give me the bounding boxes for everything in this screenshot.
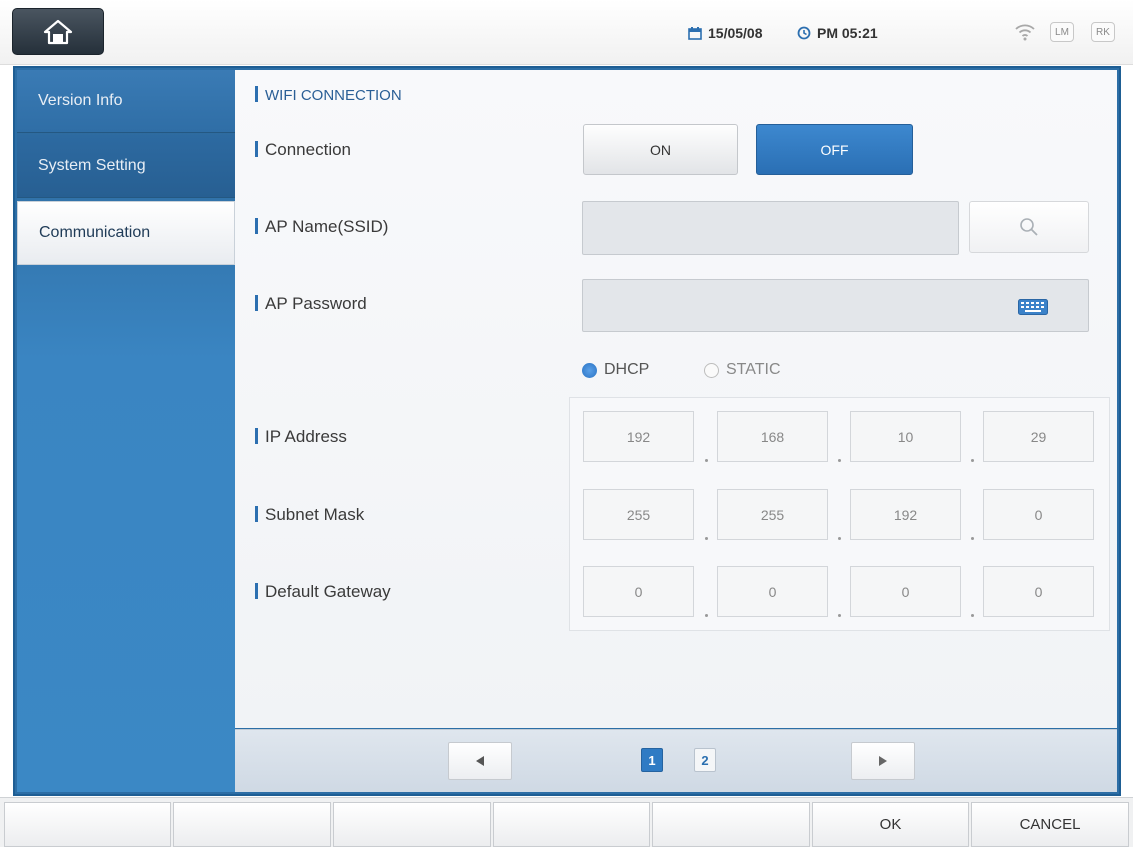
prev-page-button[interactable] xyxy=(448,742,512,780)
ssid-label: AP Name(SSID) xyxy=(255,217,388,237)
connection-on-button[interactable]: ON xyxy=(583,124,738,175)
cancel-button[interactable]: CANCEL xyxy=(971,802,1129,847)
home-icon xyxy=(43,19,73,44)
octet-separator xyxy=(705,614,708,617)
subnet-mask-label: Subnet Mask xyxy=(255,505,364,525)
gateway-octet-3[interactable]: 0 xyxy=(850,566,961,617)
chevron-right-icon xyxy=(879,756,887,766)
ssid-input[interactable] xyxy=(582,201,959,255)
title-bar-marker xyxy=(255,86,258,102)
function-key-3[interactable] xyxy=(333,802,491,847)
ip-address-label: IP Address xyxy=(255,427,347,447)
octet-separator xyxy=(705,459,708,462)
octet-separator xyxy=(971,459,974,462)
gateway-octet-4[interactable]: 0 xyxy=(983,566,1094,617)
sidebar-item-version-info[interactable]: Version Info xyxy=(17,70,235,133)
keyboard-icon[interactable] xyxy=(1018,299,1048,315)
time-text: PM 05:21 xyxy=(817,24,878,41)
rk-badge: RK xyxy=(1091,22,1115,42)
next-page-button[interactable] xyxy=(851,742,915,780)
chevron-left-icon xyxy=(476,756,484,766)
sidebar-item-label: Communication xyxy=(39,224,151,241)
static-radio[interactable]: STATIC xyxy=(704,361,781,379)
ip-octet-2[interactable]: 168 xyxy=(717,411,828,462)
function-key-2[interactable] xyxy=(173,802,331,847)
subnet-octet-4[interactable]: 0 xyxy=(983,489,1094,540)
password-label: AP Password xyxy=(255,294,367,314)
function-key-1[interactable] xyxy=(4,802,171,847)
octet-separator xyxy=(971,537,974,540)
subnet-octet-1[interactable]: 255 xyxy=(583,489,694,540)
lm-badge: LM xyxy=(1050,22,1074,42)
ip-octet-4[interactable]: 29 xyxy=(983,411,1094,462)
connection-off-button[interactable]: OFF xyxy=(756,124,913,175)
ssid-search-button[interactable] xyxy=(969,201,1089,253)
pagination-bar: 1 2 xyxy=(235,729,1117,792)
octet-separator xyxy=(838,537,841,540)
calendar-icon xyxy=(688,26,702,40)
clock-icon xyxy=(797,26,811,40)
page-2-button[interactable]: 2 xyxy=(694,748,716,772)
gateway-octet-2[interactable]: 0 xyxy=(717,566,828,617)
ok-button[interactable]: OK xyxy=(812,802,969,847)
dhcp-radio[interactable]: DHCP xyxy=(582,361,649,379)
subnet-octet-3[interactable]: 192 xyxy=(850,489,961,540)
gateway-octet-1[interactable]: 0 xyxy=(583,566,694,617)
password-input[interactable] xyxy=(582,279,1089,332)
sidebar: Version Info System Setting Communicatio… xyxy=(17,70,235,792)
home-button[interactable] xyxy=(12,8,104,55)
radio-selected-dot xyxy=(582,362,597,378)
default-gateway-label: Default Gateway xyxy=(255,582,391,602)
top-status-bar: 15/05/08 PM 05:21 LM RK xyxy=(0,0,1133,65)
sidebar-item-label: Version Info xyxy=(38,92,123,109)
wifi-icon xyxy=(1014,22,1036,47)
connection-label: Connection xyxy=(255,140,351,160)
radio-empty-dot xyxy=(704,362,719,378)
ip-octet-3[interactable]: 10 xyxy=(850,411,961,462)
ip-octet-1[interactable]: 192 xyxy=(583,411,694,462)
octet-separator xyxy=(838,614,841,617)
section-title: WIFI CONNECTION xyxy=(255,86,402,104)
page-1-button[interactable]: 1 xyxy=(641,748,663,772)
time-display: PM 05:21 xyxy=(797,0,878,65)
octet-separator xyxy=(838,459,841,462)
octet-separator xyxy=(705,537,708,540)
date-text: 15/05/08 xyxy=(708,24,763,41)
date-display: 15/05/08 xyxy=(688,0,763,65)
octet-separator xyxy=(971,614,974,617)
sidebar-item-system-setting[interactable]: System Setting xyxy=(17,135,235,198)
search-icon xyxy=(1020,218,1038,236)
sidebar-item-communication[interactable]: Communication xyxy=(17,201,235,265)
sidebar-item-label: System Setting xyxy=(38,157,146,174)
function-key-bar: OK CANCEL xyxy=(0,797,1133,847)
function-key-4[interactable] xyxy=(493,802,650,847)
function-key-5[interactable] xyxy=(652,802,810,847)
subnet-octet-2[interactable]: 255 xyxy=(717,489,828,540)
